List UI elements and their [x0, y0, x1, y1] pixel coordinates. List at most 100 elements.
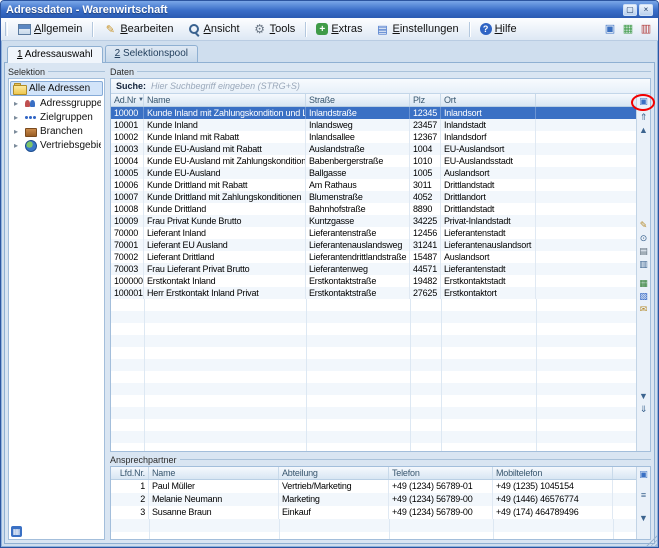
columns-icon[interactable]: ▥: [638, 259, 650, 270]
email-icon[interactable]: ✉: [638, 304, 650, 315]
cell: 19482: [410, 275, 441, 287]
selection-panel-header: Selektion: [8, 66, 105, 77]
cell: 70000: [111, 227, 144, 239]
cell: EU-Auslandsstadt: [441, 155, 536, 167]
address-row[interactable]: 70002Lieferant DrittlandLieferantendritt…: [111, 251, 636, 263]
expand-icon[interactable]: ▸: [14, 141, 21, 150]
copy-record-icon[interactable]: ▣: [638, 96, 650, 107]
rows-icon[interactable]: ≡: [638, 490, 650, 501]
scroll-top-icon[interactable]: ⇑: [638, 112, 650, 123]
address-table-body: 10000Kunde Inland mit Zahlungskondition …: [111, 107, 636, 299]
address-row[interactable]: 10008Kunde DrittlandBahnhofstraße8890Dri…: [111, 203, 636, 215]
empty-grid-area: [111, 519, 636, 539]
cell: 8890: [410, 203, 441, 215]
address-row[interactable]: 10007Kunde Drittland mit Zahlungskonditi…: [111, 191, 636, 203]
address-row[interactable]: 100000Erstkontakt InlandErstkontaktstraß…: [111, 275, 636, 287]
address-row[interactable]: 10009Frau Privat Kunde BruttoKuntzgasse3…: [111, 215, 636, 227]
cell: Erstkontaktstraße: [306, 287, 410, 299]
menu-item-bearbeiten[interactable]: ✎Bearbeiten: [97, 20, 179, 39]
tree-item-zielgruppen[interactable]: ▸Zielgruppen: [10, 111, 103, 124]
tab-1-adressauswahl[interactable]: 1 Adressauswahl: [7, 46, 103, 63]
tree-item-vertriebsgebiete[interactable]: ▸ Vertriebsgebiete: [10, 139, 103, 152]
address-row[interactable]: 70003Frau Lieferant Privat BruttoLiefera…: [111, 263, 636, 275]
scroll-down-icon[interactable]: ▼: [638, 391, 650, 402]
scroll-up-icon[interactable]: ▲: [638, 125, 650, 136]
menu-item-tools[interactable]: ⚙Tools: [247, 20, 302, 39]
maximize-button[interactable]: ▢: [623, 4, 637, 16]
search-input[interactable]: [151, 81, 645, 91]
column-header-abteilung[interactable]: Abteilung: [279, 467, 389, 479]
copy-record-icon[interactable]: ▣: [638, 469, 650, 480]
contact-row[interactable]: 1Paul MüllerVertrieb/Marketing+49 (1234)…: [111, 480, 636, 493]
address-row[interactable]: 70000Lieferant InlandLieferantenstraße12…: [111, 227, 636, 239]
selection-panel-title: Selektion: [8, 67, 45, 77]
app-window: Adressdaten - Warenwirtschaft ▢× Allgeme…: [0, 0, 659, 548]
toolbar-grip-handle[interactable]: [5, 22, 8, 36]
titlebar[interactable]: Adressdaten - Warenwirtschaft ▢×: [1, 1, 658, 18]
contacts-grid: Lfd.Nr.NameAbteilungTelefonMobiltelefon …: [111, 467, 636, 539]
address-table: Ad.Nr▼NameStraßePlzOrt 10000Kunde Inland…: [111, 94, 650, 451]
menu-item-hilfe[interactable]: ?Hilfe: [474, 20, 523, 38]
address-row[interactable]: 10001Kunde InlandInlandsweg23457Inlandst…: [111, 119, 636, 131]
cell: 12367: [410, 131, 441, 143]
column-header-ort[interactable]: Ort: [441, 94, 536, 106]
edit-icon[interactable]: ✎: [638, 220, 650, 231]
contact-row[interactable]: 3Susanne BraunEinkauf+49 (1234) 56789-00…: [111, 506, 636, 519]
menu-label: Extras: [331, 23, 362, 35]
search-icon[interactable]: ⊙: [638, 233, 650, 244]
cell: 100001: [111, 287, 144, 299]
address-row[interactable]: 10004Kunde EU-Ausland mit Zahlungskondit…: [111, 155, 636, 167]
tree-item-alle-adressen[interactable]: Alle Adressen: [10, 81, 103, 96]
address-row[interactable]: 70001Lieferant EU AuslandLieferantenausl…: [111, 239, 636, 251]
globe-icon: [24, 140, 37, 151]
menu-item-einstellungen[interactable]: ▤Einstellungen: [370, 20, 465, 39]
cell: Blumenstraße: [306, 191, 410, 203]
column-header-mobiltelefon[interactable]: Mobiltelefon: [493, 467, 613, 479]
scroll-down-icon[interactable]: ▼: [638, 513, 650, 524]
expand-icon[interactable]: ▸: [14, 99, 21, 108]
column-header-name[interactable]: Name: [149, 467, 279, 479]
address-row[interactable]: 10003Kunde EU-Ausland mit RabattAuslands…: [111, 143, 636, 155]
column-header-lfdnr[interactable]: Lfd.Nr.: [111, 467, 149, 479]
cell: 1004: [410, 143, 441, 155]
column-header-telefon[interactable]: Telefon: [389, 467, 493, 479]
address-row[interactable]: 10005Kunde EU-AuslandBallgasse1005Auslan…: [111, 167, 636, 179]
address-row[interactable]: 10002Kunde Inland mit RabattInlandsallee…: [111, 131, 636, 143]
tree-label: Alle Adressen: [29, 83, 90, 94]
menu-item-extras[interactable]: +Extras: [310, 20, 368, 38]
tab-2-selektionspool[interactable]: 2 Selektionspool: [105, 45, 198, 62]
address-row[interactable]: 10006Kunde Drittland mit RabattAm Rathau…: [111, 179, 636, 191]
expand-icon[interactable]: ▸: [14, 127, 21, 136]
tree-item-adressgruppen[interactable]: ▸Adressgruppen: [10, 97, 103, 110]
close-button[interactable]: ×: [639, 4, 653, 16]
address-row[interactable]: 100001Herr Erstkontakt Inland PrivatErst…: [111, 287, 636, 299]
address-row[interactable]: 10000Kunde Inland mit Zahlungskondition …: [111, 107, 636, 119]
column-header-name[interactable]: Name: [144, 94, 306, 106]
toolbar-separator: [92, 22, 93, 37]
scroll-bottom-icon[interactable]: ⇓: [638, 404, 650, 415]
menu-item-allgemein[interactable]: Allgemein: [12, 20, 88, 38]
cell: +49 (1234) 56789-01: [389, 480, 493, 493]
close-window-icon[interactable]: ▥: [638, 21, 654, 37]
column-header-plz[interactable]: Plz: [410, 94, 441, 106]
tree-item-branchen[interactable]: ▸Branchen: [10, 125, 103, 138]
expand-icon[interactable]: ▸: [14, 113, 21, 122]
tree-label: Vertriebsgebiete: [40, 140, 101, 151]
column-header-adnr[interactable]: Ad.Nr▼: [111, 94, 144, 106]
menu-label: Tools: [270, 23, 296, 35]
data-panel-title: Daten: [110, 67, 134, 77]
excel-export-icon[interactable]: ▦: [638, 278, 650, 289]
pencil-icon: ✎: [103, 23, 117, 36]
print-icon[interactable]: ▤: [638, 246, 650, 257]
menu-item-ansicht[interactable]: Ansicht: [181, 20, 246, 39]
selection-footer-icon[interactable]: ▦: [11, 526, 22, 537]
word-export-icon[interactable]: ▧: [638, 291, 650, 302]
tile-windows-icon[interactable]: ▦: [620, 21, 636, 37]
toolbar: Allgemein ✎BearbeitenAnsicht⚙Tools +Extras…: [1, 18, 658, 41]
cell: 34225: [410, 215, 441, 227]
cell: 31241: [410, 239, 441, 251]
settings-list-icon: ▤: [376, 23, 390, 36]
column-header-strae[interactable]: Straße: [306, 94, 410, 106]
contact-row[interactable]: 2Melanie NeumannMarketing+49 (1234) 5678…: [111, 493, 636, 506]
new-window-icon[interactable]: ▣: [602, 21, 618, 37]
